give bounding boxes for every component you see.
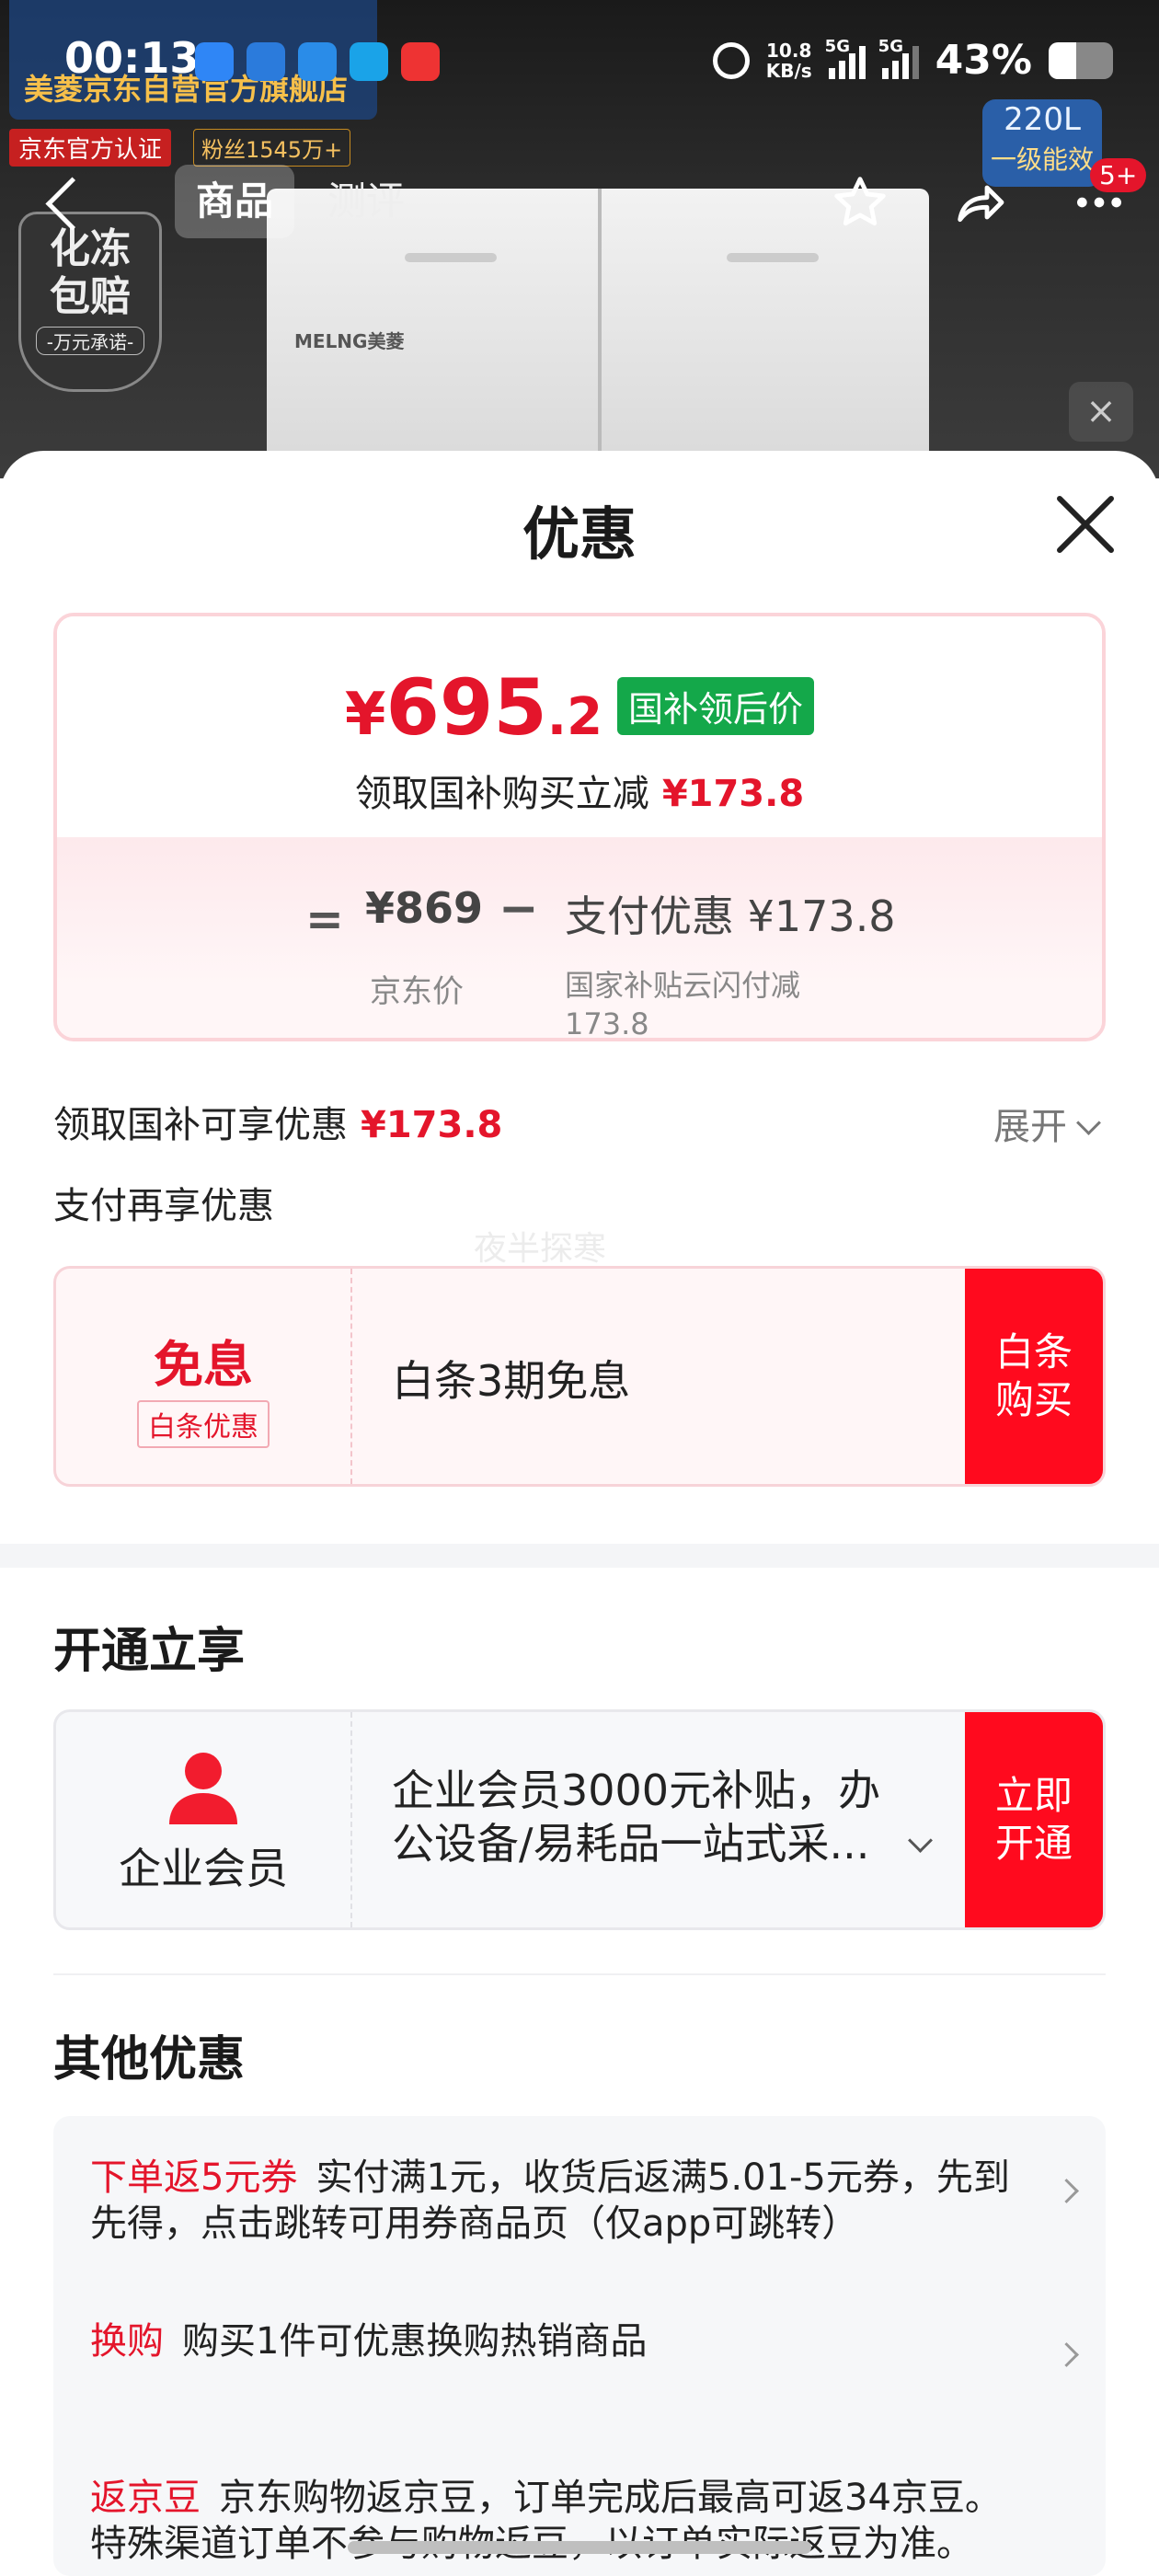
signal-icon: 5G — [878, 37, 919, 79]
baitiao-desc: 白条3期免息 — [392, 1356, 631, 1406]
share-icon[interactable] — [920, 161, 1039, 244]
chevron-down-icon — [1076, 1110, 1101, 1135]
baitiao-big: 免息 — [154, 1336, 253, 1394]
offer-item[interactable]: 下单返5元券 实付满1元，收货后返满5.01-5元券，先到先得，点击跳转可用券商品… — [90, 2155, 1028, 2247]
pay-discount: 支付优惠 ¥173.8 — [565, 891, 896, 941]
pay-discount-label: 国家补贴云闪付减173.8 — [565, 968, 801, 1041]
chevron-down-icon[interactable] — [908, 1828, 933, 1853]
app-icon — [350, 42, 388, 81]
tab-product[interactable]: 商品 — [175, 165, 294, 238]
signal-icon: 5G — [825, 37, 866, 79]
claim-amount: ¥173.8 — [661, 773, 805, 815]
expand-toggle[interactable]: 展开 — [993, 1097, 1101, 1150]
offer-tag: 下单返5元券 — [90, 2156, 298, 2199]
sim1-label: 5G — [824, 36, 850, 56]
chevron-right-icon[interactable] — [1054, 2342, 1079, 2367]
sheet-title: 优惠 — [522, 500, 637, 568]
chevron-right-icon[interactable] — [1054, 2179, 1079, 2203]
alarm-icon — [712, 41, 750, 79]
expand-label: 展开 — [993, 1106, 1067, 1148]
price-dec: .2 — [546, 687, 603, 747]
battery-level: 43% — [935, 37, 1032, 84]
other-section-title: 其他优惠 — [53, 2032, 246, 2087]
offer-item[interactable]: 换购 购买1件可优惠换购热销商品 — [90, 2318, 1028, 2364]
notification-icons — [195, 42, 440, 81]
product-nav: 商品 测评 — [0, 161, 1159, 244]
price-yen: ¥ — [344, 681, 386, 749]
net-speed: 10.8 KB/s — [766, 40, 812, 81]
gb-row-amount: ¥173.8 — [361, 1104, 503, 1146]
claim-text: 领取国补购买立减 — [354, 773, 649, 815]
baitiao-small: 白条优惠 — [137, 1400, 270, 1448]
brand-print: MELNG美菱 — [294, 330, 405, 352]
capacity-value: 220L — [1004, 101, 1081, 138]
watermark: 夜半探寒 — [474, 1230, 607, 1268]
jd-price: ¥869 — [365, 883, 484, 933]
app-icon — [247, 42, 285, 81]
gb-tag: 国补领后价 — [617, 677, 815, 735]
divider — [53, 1973, 1106, 1975]
final-price: ¥ 695 .2 国补领后价 — [57, 662, 1102, 753]
status-bar: 00:13 10.8 KB/s 5G 5G 43% — [0, 33, 1159, 98]
other-offers-list: 下单返5元券 实付满1元，收货后返满5.01-5元券，先到先得，点击跳转可用券商品… — [53, 2116, 1106, 2576]
star-icon[interactable] — [800, 161, 920, 244]
net-speed-unit: KB/s — [765, 59, 812, 82]
discount-sheet: 优惠 ¥ 695 .2 国补领后价 领取国补购买立减 ¥173.8 = ¥869 … — [0, 451, 1159, 2576]
badge-line2: 包赔 — [50, 273, 131, 320]
app-icon — [195, 42, 234, 81]
sim2-label: 5G — [878, 36, 903, 56]
offer-tag: 换购 — [90, 2320, 164, 2363]
close-icon[interactable]: × — [1069, 382, 1133, 442]
close-icon[interactable] — [1049, 488, 1122, 561]
back-icon[interactable] — [45, 177, 99, 231]
gb-row-text: 领取国补可享优惠 — [53, 1104, 348, 1146]
tab-review[interactable]: 测评 — [327, 165, 405, 238]
app-icon — [298, 42, 337, 81]
membership-section-title: 开通立享 — [53, 1624, 246, 1679]
jd-price-label: 京东价 — [370, 973, 464, 1010]
membership-label: 企业会员 — [119, 1844, 288, 1893]
claim-row: 领取国补购买立减 ¥173.8 — [57, 764, 1102, 817]
minus-sign: − — [499, 881, 539, 937]
pay-row-text: 支付再享优惠 — [53, 1185, 274, 1227]
battery-icon — [1049, 41, 1113, 79]
badge-line3: -万元承诺- — [36, 327, 144, 355]
gb-row: 领取国补可享优惠 ¥173.8 — [53, 1095, 502, 1148]
offer-text: 购买1件可优惠换购热销商品 — [182, 2320, 648, 2363]
app-icon — [401, 42, 440, 81]
membership-desc: 企业会员3000元补贴，办公设备/易耗品一站式采... — [392, 1765, 881, 1869]
home-indicator[interactable] — [348, 2541, 811, 2554]
price-breakdown: ¥ 695 .2 国补领后价 领取国补购买立减 ¥173.8 = ¥869 − 支… — [53, 613, 1106, 1041]
membership-open-button[interactable]: 立即 开通 — [965, 1712, 1103, 1927]
price-int: 695 — [385, 662, 547, 753]
notification-badge: 5+ — [1090, 158, 1147, 192]
offer-tag: 返京豆 — [90, 2477, 201, 2519]
baitiao-card[interactable]: 免息 白条优惠 白条3期免息 白条 购买 — [53, 1266, 1106, 1487]
baitiao-buy-button[interactable]: 白条 购买 — [965, 1269, 1103, 1484]
equals-sign: = — [305, 892, 344, 946]
net-speed-value: 10.8 — [766, 39, 812, 62]
status-time: 00:13 — [64, 33, 200, 83]
membership-card[interactable]: 企业会员 企业会员3000元补贴，办公设备/易耗品一站式采... 立即 开通 — [53, 1709, 1106, 1930]
user-icon — [162, 1751, 245, 1824]
section-divider — [0, 1544, 1159, 1568]
